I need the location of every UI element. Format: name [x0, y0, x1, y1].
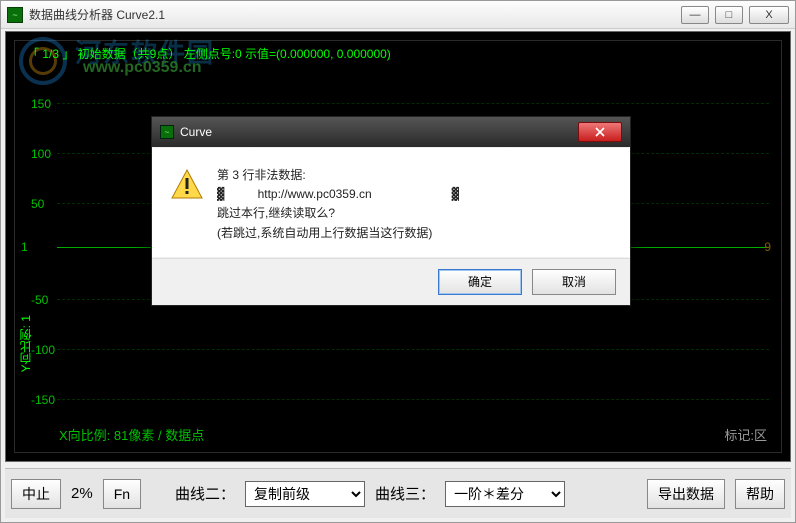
dialog-app-icon: ~: [160, 125, 174, 139]
close-button[interactable]: X: [749, 6, 789, 24]
export-button[interactable]: 导出数据: [647, 479, 725, 509]
marker-label: 标记:区: [724, 425, 767, 444]
watermark-url: www.pc0359.cn: [83, 59, 202, 77]
help-button[interactable]: 帮助: [735, 479, 785, 509]
dialog-body: 第 3 行非法数据: ▓ http://www.pc0359.cn ▓ 跳过本行…: [153, 148, 629, 257]
gridline: [57, 103, 769, 104]
warning-icon: [171, 168, 203, 200]
app-icon: ~: [7, 7, 23, 23]
bottom-toolbar: 中止 2% Fn 曲线二： 复制前级 曲线三： 一阶＊差分 导出数据 帮助: [5, 468, 791, 518]
ytick: 50: [31, 197, 44, 211]
msg-line-1: 第 3 行非法数据:: [217, 166, 459, 185]
percent-label: 2%: [71, 485, 93, 502]
dialog-cancel-button[interactable]: 取消: [532, 269, 616, 295]
dialog-close-button[interactable]: [578, 122, 622, 142]
ytick: -150: [31, 393, 55, 407]
gridline: [57, 399, 769, 400]
msg-line-url: ▓ http://www.pc0359.cn ▓: [217, 185, 459, 204]
window-title: 数据曲线分析器 Curve2.1: [29, 6, 681, 23]
curve3-select[interactable]: 一阶＊差分: [445, 481, 565, 507]
status-line: 「 1/3 」 初始数据（共9点） 左侧点号:0 示值=(0.000000, 0…: [27, 45, 391, 62]
dialog-title: Curve: [180, 125, 212, 139]
x-axis-info: X向比例: 81像素 / 数据点: [59, 425, 204, 444]
ytick: 150: [31, 97, 51, 111]
minimize-button[interactable]: —: [681, 6, 709, 24]
y-axis-title: Y向比例: 1: [17, 315, 34, 372]
error-dialog: ~ Curve 第 3 行非法数据: ▓ http://www.pc0359.c…: [151, 116, 631, 306]
dialog-titlebar[interactable]: ~ Curve: [152, 117, 630, 147]
gridline: [57, 349, 769, 350]
ytick: -100: [31, 343, 55, 357]
ytick: 100: [31, 147, 51, 161]
window-buttons: — □ X: [681, 6, 789, 24]
close-icon: [595, 127, 605, 137]
x-right-value: 9: [764, 240, 771, 254]
abort-button[interactable]: 中止: [11, 479, 61, 509]
fn-button[interactable]: Fn: [103, 479, 141, 509]
curve2-select[interactable]: 复制前级: [245, 481, 365, 507]
x-left-value: 1: [21, 240, 28, 254]
dialog-ok-button[interactable]: 确定: [438, 269, 522, 295]
msg-line-3: (若跳过,系统自动用上行数据当这行数据): [217, 224, 459, 243]
ytick: -50: [31, 293, 48, 307]
curve3-label: 曲线三：: [375, 483, 435, 504]
dialog-message: 第 3 行非法数据: ▓ http://www.pc0359.cn ▓ 跳过本行…: [217, 166, 459, 243]
curve2-label: 曲线二：: [175, 483, 235, 504]
dialog-button-row: 确定 取消: [152, 258, 630, 305]
maximize-button[interactable]: □: [715, 6, 743, 24]
msg-line-2: 跳过本行,继续读取么?: [217, 204, 459, 223]
window-titlebar: ~ 数据曲线分析器 Curve2.1 — □ X: [1, 1, 795, 29]
